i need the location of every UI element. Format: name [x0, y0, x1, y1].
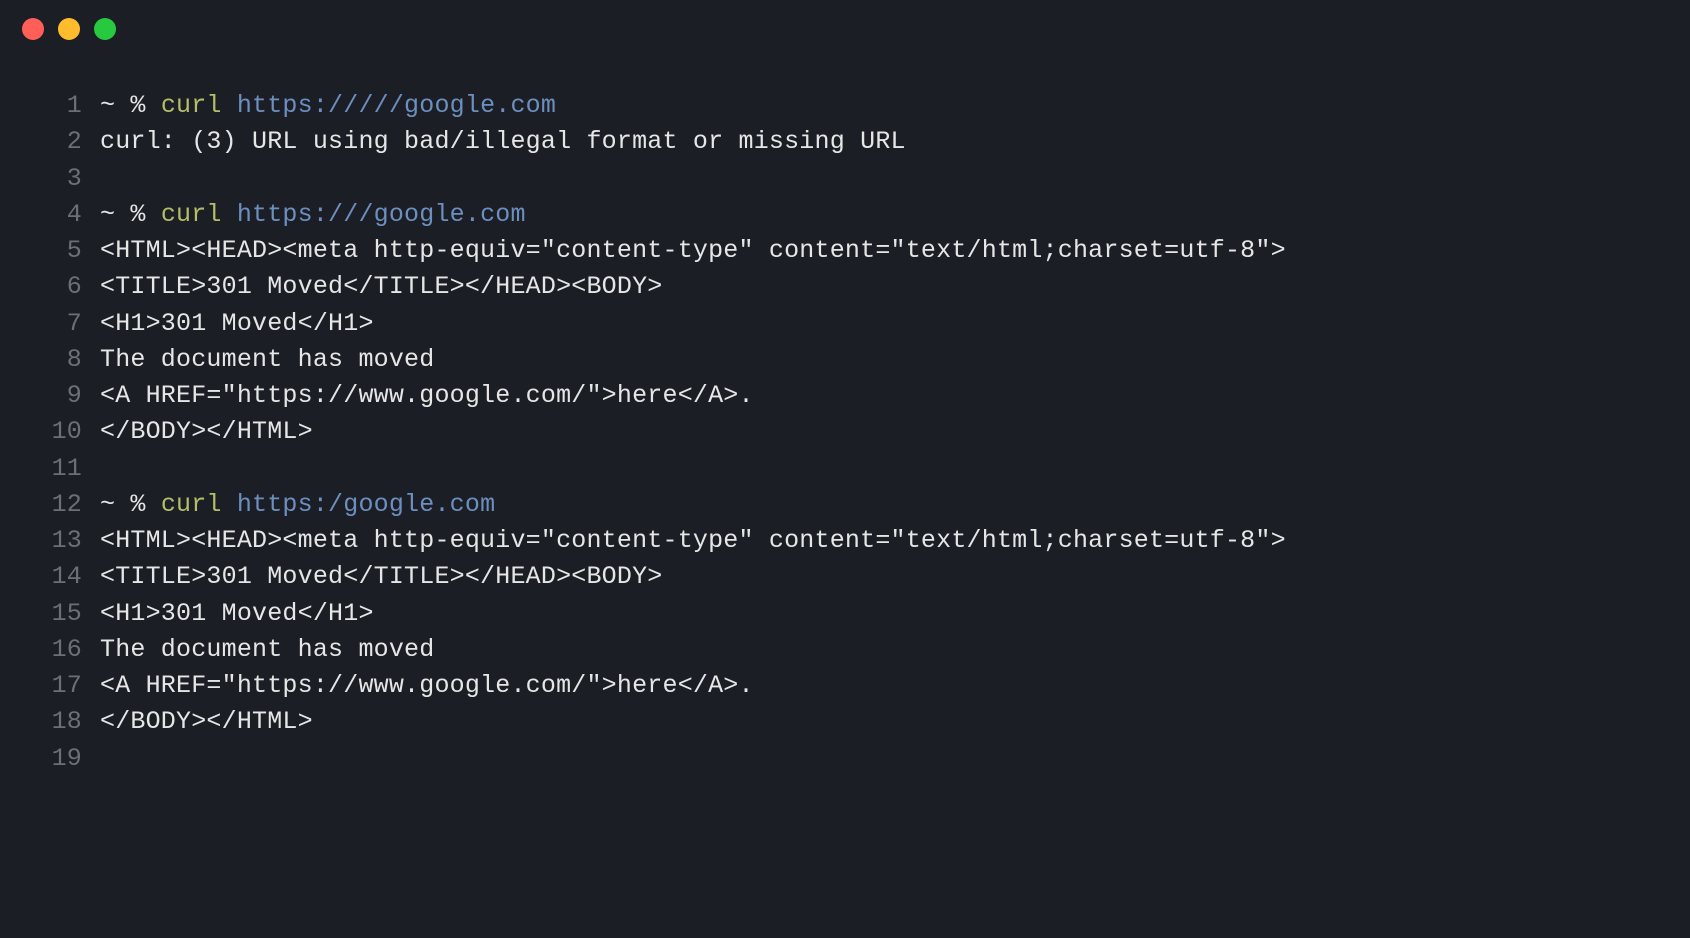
line-number: 19	[26, 741, 100, 777]
code-line: 3	[26, 161, 1664, 197]
terminal-output[interactable]: 1~ % curl https://///google.com2curl: (3…	[0, 48, 1690, 777]
line-number: 15	[26, 596, 100, 632]
text-token: <HTML><HEAD><meta http-equiv="content-ty…	[100, 526, 1286, 555]
code-line: 14<TITLE>301 Moved</TITLE></HEAD><BODY>	[26, 559, 1664, 595]
text-token: <TITLE>301 Moved</TITLE></HEAD><BODY>	[100, 272, 663, 301]
line-number: 14	[26, 559, 100, 595]
text-token: ~ %	[100, 91, 161, 120]
url-token: https:/google.com	[237, 490, 495, 519]
zoom-icon[interactable]	[94, 18, 116, 40]
text-token: <H1>301 Moved</H1>	[100, 309, 374, 338]
line-content: </BODY></HTML>	[100, 704, 313, 740]
line-number: 18	[26, 704, 100, 740]
line-number: 13	[26, 523, 100, 559]
line-content: <A HREF="https://www.google.com/">here</…	[100, 378, 754, 414]
text-token: ~ %	[100, 490, 161, 519]
line-number: 17	[26, 668, 100, 704]
terminal-window: 1~ % curl https://///google.com2curl: (3…	[0, 0, 1690, 938]
line-content: <HTML><HEAD><meta http-equiv="content-ty…	[100, 523, 1286, 559]
line-number: 4	[26, 197, 100, 233]
code-line: 15<H1>301 Moved</H1>	[26, 596, 1664, 632]
text-token: <TITLE>301 Moved</TITLE></HEAD><BODY>	[100, 562, 663, 591]
close-icon[interactable]	[22, 18, 44, 40]
code-line: 16The document has moved	[26, 632, 1664, 668]
line-content: <H1>301 Moved</H1>	[100, 306, 374, 342]
code-line: 2curl: (3) URL using bad/illegal format …	[26, 124, 1664, 160]
line-content: <A HREF="https://www.google.com/">here</…	[100, 668, 754, 704]
line-content: <HTML><HEAD><meta http-equiv="content-ty…	[100, 233, 1286, 269]
titlebar	[0, 0, 1690, 48]
code-line: 6<TITLE>301 Moved</TITLE></HEAD><BODY>	[26, 269, 1664, 305]
text-token: <HTML><HEAD><meta http-equiv="content-ty…	[100, 236, 1286, 265]
code-line: 11	[26, 451, 1664, 487]
code-line: 4~ % curl https:///google.com	[26, 197, 1664, 233]
line-number: 16	[26, 632, 100, 668]
text-token: The document has moved	[100, 635, 434, 664]
code-line: 1~ % curl https://///google.com	[26, 88, 1664, 124]
text-token: </BODY></HTML>	[100, 417, 313, 446]
line-number: 10	[26, 414, 100, 450]
text-token: <A HREF="https://www.google.com/">here</…	[100, 381, 754, 410]
line-number: 8	[26, 342, 100, 378]
command-token: curl	[161, 490, 237, 519]
text-token: The document has moved	[100, 345, 434, 374]
minimize-icon[interactable]	[58, 18, 80, 40]
line-number: 6	[26, 269, 100, 305]
line-number: 3	[26, 161, 100, 197]
command-token: curl	[161, 200, 237, 229]
line-content: ~ % curl https:/google.com	[100, 487, 495, 523]
line-number: 11	[26, 451, 100, 487]
line-content: The document has moved	[100, 632, 434, 668]
url-token: https:///google.com	[237, 200, 526, 229]
code-line: 7<H1>301 Moved</H1>	[26, 306, 1664, 342]
line-content: The document has moved	[100, 342, 434, 378]
line-number: 9	[26, 378, 100, 414]
line-content: </BODY></HTML>	[100, 414, 313, 450]
text-token: <H1>301 Moved</H1>	[100, 599, 374, 628]
line-content: ~ % curl https:///google.com	[100, 197, 526, 233]
code-line: 9<A HREF="https://www.google.com/">here<…	[26, 378, 1664, 414]
code-line: 19	[26, 741, 1664, 777]
line-content: <TITLE>301 Moved</TITLE></HEAD><BODY>	[100, 559, 663, 595]
code-line: 12~ % curl https:/google.com	[26, 487, 1664, 523]
code-line: 18</BODY></HTML>	[26, 704, 1664, 740]
command-token: curl	[161, 91, 237, 120]
url-token: https://///google.com	[237, 91, 556, 120]
text-token: ~ %	[100, 200, 161, 229]
line-number: 2	[26, 124, 100, 160]
line-number: 1	[26, 88, 100, 124]
text-token: <A HREF="https://www.google.com/">here</…	[100, 671, 754, 700]
line-content: <TITLE>301 Moved</TITLE></HEAD><BODY>	[100, 269, 663, 305]
line-content: ~ % curl https://///google.com	[100, 88, 556, 124]
code-line: 10</BODY></HTML>	[26, 414, 1664, 450]
text-token: curl: (3) URL using bad/illegal format o…	[100, 127, 906, 156]
line-content: <H1>301 Moved</H1>	[100, 596, 374, 632]
code-line: 5<HTML><HEAD><meta http-equiv="content-t…	[26, 233, 1664, 269]
code-line: 13<HTML><HEAD><meta http-equiv="content-…	[26, 523, 1664, 559]
code-line: 17<A HREF="https://www.google.com/">here…	[26, 668, 1664, 704]
line-number: 7	[26, 306, 100, 342]
line-content: curl: (3) URL using bad/illegal format o…	[100, 124, 906, 160]
code-line: 8The document has moved	[26, 342, 1664, 378]
line-number: 5	[26, 233, 100, 269]
line-number: 12	[26, 487, 100, 523]
text-token: </BODY></HTML>	[100, 707, 313, 736]
